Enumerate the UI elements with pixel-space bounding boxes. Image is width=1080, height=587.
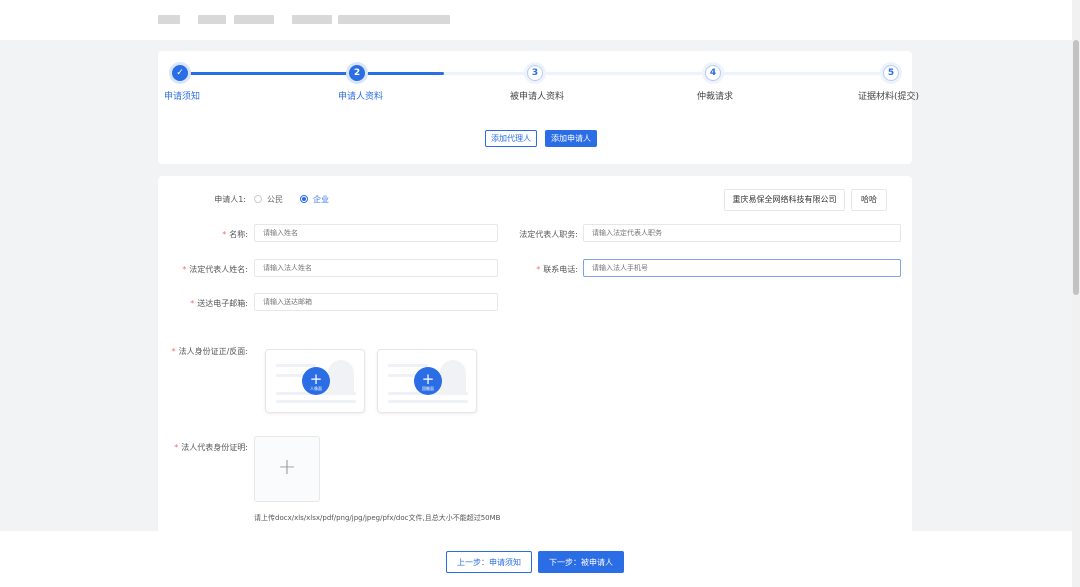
applicant-tag-company[interactable]: 重庆易保全网络科技有限公司 xyxy=(724,189,845,211)
plus-icon: + xyxy=(277,455,297,480)
legal-rep-name-label: * 法定代表人姓名: xyxy=(182,265,248,274)
name-input[interactable] xyxy=(254,224,498,242)
add-agent-button[interactable]: 添加代理人 xyxy=(485,130,537,147)
upload-hint: 请上传docx/xls/xlsx/pdf/png/jpg/jpeg/pfx/do… xyxy=(254,514,501,522)
applicant-tag-haha[interactable]: 哈哈 xyxy=(851,189,887,211)
radio-citizen[interactable]: 公民 xyxy=(254,194,283,205)
add-applicant-button[interactable]: 添加申请人 xyxy=(545,130,597,147)
legal-rep-title-input[interactable] xyxy=(583,224,901,242)
radio-enterprise[interactable]: 企业 xyxy=(300,194,329,205)
id-card-label: * 法人身份证正/反面: xyxy=(171,347,248,356)
step-4-label: 仲裁请求 xyxy=(697,92,734,102)
legal-cert-upload[interactable]: + xyxy=(254,436,320,502)
step-5-label: 证据材料(提交) xyxy=(858,92,920,102)
step-progress: ✓ 2 3 4 5 申请须知 申请人资料 被申请人资料 仲裁请求 证据材料(提交… xyxy=(158,51,919,111)
breadcrumb-blur xyxy=(158,15,180,24)
plus-icon: + 人像面 xyxy=(302,367,330,395)
plus-icon: + 国徽面 xyxy=(414,367,442,395)
legal-rep-name-input[interactable] xyxy=(254,259,498,277)
step-track-progress xyxy=(180,72,444,75)
id-card-back-upload[interactable]: + 国徽面 xyxy=(377,349,477,413)
email-label: * 送达电子邮箱: xyxy=(190,299,248,308)
step-2-dot: 2 xyxy=(349,65,365,81)
next-step-button[interactable]: 下一步：被申请人 xyxy=(538,551,624,573)
legal-cert-label: * 法人代表身份证明: xyxy=(174,443,248,452)
top-header xyxy=(0,0,1072,40)
footer-bar: 上一步：申请须知 下一步：被申请人 xyxy=(0,531,1072,587)
breadcrumb-blur xyxy=(234,15,274,24)
prev-step-button[interactable]: 上一步：申请须知 xyxy=(446,551,532,573)
step-5-dot: 5 xyxy=(883,65,899,81)
name-label: * 名称: xyxy=(222,230,248,239)
breadcrumb-blur xyxy=(338,15,450,24)
breadcrumb-blur xyxy=(292,15,332,24)
phone-input[interactable] xyxy=(583,259,901,277)
step-3-dot: 3 xyxy=(527,65,543,81)
scrollbar[interactable] xyxy=(1072,0,1080,587)
scrollbar-thumb[interactable] xyxy=(1073,40,1079,295)
step-3-label: 被申请人资料 xyxy=(510,92,565,102)
person-silhouette-icon xyxy=(328,360,354,394)
step-2-label: 申请人资料 xyxy=(338,92,384,102)
step-4-dot: 4 xyxy=(705,65,721,81)
step-1-check-icon: ✓ xyxy=(172,65,188,81)
breadcrumb-blur xyxy=(198,15,226,24)
phone-label: * 联系电话: xyxy=(536,265,578,274)
applicant-label: 申请人1: xyxy=(214,195,246,204)
email-input[interactable] xyxy=(254,293,498,311)
step-1-label: 申请须知 xyxy=(164,92,201,102)
legal-rep-title-label: 法定代表人职务: xyxy=(519,230,578,239)
applicant-form: 申请人1: 公民 企业 重庆易保全网络科技有限公司 哈哈 *名称: 法定代表人职… xyxy=(158,176,912,536)
person-silhouette-icon xyxy=(440,360,466,394)
steps-card: ✓ 2 3 4 5 申请须知 申请人资料 被申请人资料 仲裁请求 证据材料(提交… xyxy=(158,51,919,164)
radio-circle-icon xyxy=(254,195,262,203)
id-card-front-upload[interactable]: + 人像面 xyxy=(265,349,365,413)
radio-checked-icon xyxy=(300,195,308,203)
